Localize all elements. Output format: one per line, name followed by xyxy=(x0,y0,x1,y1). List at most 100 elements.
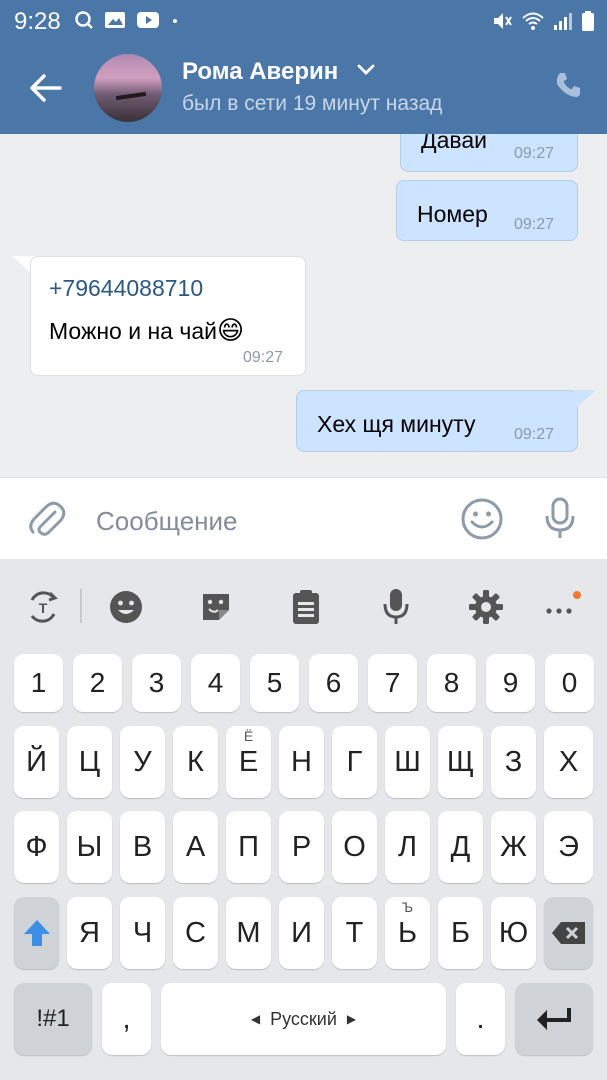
message-text: Давай xyxy=(421,134,487,153)
key-letter[interactable]: Ц xyxy=(67,726,112,798)
sticker-icon[interactable] xyxy=(196,587,236,627)
message-time: 09:27 xyxy=(514,216,555,233)
enter-icon xyxy=(537,1008,571,1030)
key-letter[interactable]: Ч xyxy=(120,897,165,969)
more-icon[interactable] xyxy=(542,587,582,627)
grinning-emoji-icon: 😄 xyxy=(216,315,245,345)
microphone-icon[interactable] xyxy=(543,496,577,542)
key-1[interactable]: 1 xyxy=(14,654,63,712)
key-letter[interactable]: Х xyxy=(544,726,593,798)
key-letter[interactable]: И xyxy=(279,897,324,969)
phone-call-icon[interactable] xyxy=(553,70,583,100)
key-letter[interactable]: Ш xyxy=(385,726,430,798)
key-letter[interactable]: С xyxy=(173,897,218,969)
emoji-icon[interactable] xyxy=(460,497,504,541)
key-3[interactable]: 3 xyxy=(132,654,181,712)
message-text: Номер xyxy=(417,201,488,227)
comma-key[interactable]: , xyxy=(102,983,151,1055)
period-key[interactable]: . xyxy=(456,983,505,1055)
message-bubble-outgoing[interactable]: Хех щя минуту 09:27 xyxy=(296,390,578,452)
battery-icon xyxy=(582,11,594,31)
translate-icon[interactable]: T xyxy=(23,587,63,627)
message-bubble-outgoing[interactable]: Номер 09:27 xyxy=(396,180,578,241)
key-letter[interactable]: Г xyxy=(332,726,377,798)
message-text: Можно и на чай😄 xyxy=(49,315,245,345)
caret-right-icon: ▶ xyxy=(346,1012,357,1026)
key-letter[interactable]: Э xyxy=(544,811,593,883)
key-letter[interactable]: Т xyxy=(332,897,377,969)
mute-icon xyxy=(494,13,512,29)
voice-input-icon[interactable] xyxy=(376,587,416,627)
message-bubble-outgoing[interactable]: Давай 09:27 xyxy=(400,134,578,172)
key-7[interactable]: 7 xyxy=(368,654,417,712)
backspace-key[interactable] xyxy=(544,897,593,969)
shift-key[interactable] xyxy=(14,897,59,969)
space-key[interactable]: ◀ Русский ▶ xyxy=(161,983,446,1055)
clipboard-icon[interactable] xyxy=(286,587,326,627)
key-letter[interactable]: Р xyxy=(279,811,324,883)
chevron-down-icon[interactable] xyxy=(357,64,375,76)
key-letter[interactable]: В xyxy=(120,811,165,883)
key-4[interactable]: 4 xyxy=(191,654,240,712)
signal-icon xyxy=(554,13,572,30)
key-letter[interactable]: К xyxy=(173,726,218,798)
key-letter[interactable]: З xyxy=(491,726,536,798)
back-arrow-icon[interactable] xyxy=(26,68,66,108)
status-bar: 9:28 xyxy=(0,0,607,42)
contact-name[interactable]: Рома Аверин xyxy=(182,58,338,86)
status-time: 9:28 xyxy=(14,8,61,35)
key-letter[interactable]: Я xyxy=(67,897,112,969)
keyboard-toolbar: T xyxy=(0,559,607,647)
key-letter[interactable]: Й xyxy=(14,726,59,798)
search-notification-icon xyxy=(75,11,93,29)
contact-avatar[interactable] xyxy=(94,54,162,122)
key-letter[interactable]: Ю xyxy=(491,897,536,969)
key-secondary-label: Ъ xyxy=(401,899,414,915)
key-letter[interactable]: П xyxy=(226,811,271,883)
key-letter[interactable]: У xyxy=(120,726,165,798)
attach-paperclip-icon[interactable] xyxy=(28,500,66,540)
key-2[interactable]: 2 xyxy=(73,654,122,712)
key-0[interactable]: 0 xyxy=(545,654,594,712)
chat-header: Рома Аверин был в сети 19 минут назад xyxy=(0,42,607,134)
caret-left-icon: ◀ xyxy=(250,1012,261,1026)
last-seen-status: был в сети 19 минут назад xyxy=(182,92,443,115)
key-letter[interactable]: Ы xyxy=(67,811,112,883)
key-letter[interactable]: Н xyxy=(279,726,324,798)
phone-number-link[interactable]: +79644088710 xyxy=(49,275,203,302)
message-time: 09:27 xyxy=(243,349,284,366)
key-9[interactable]: 9 xyxy=(486,654,535,712)
message-list[interactable]: Давай 09:27 Номер 09:27 +79644088710 Мож… xyxy=(0,134,607,476)
bubble-tail-outgoing xyxy=(574,390,596,410)
gallery-notification-icon xyxy=(105,12,125,28)
key-letter[interactable]: О xyxy=(332,811,377,883)
key-letter[interactable]: Д xyxy=(438,811,483,883)
on-screen-keyboard: T 1 2 3 4 5 6 7 8 9 0 Й Ц У К Ё Е Н Г Ш … xyxy=(0,559,607,1080)
key-6[interactable]: 6 xyxy=(309,654,358,712)
key-letter[interactable]: Б xyxy=(438,897,483,969)
message-time: 09:27 xyxy=(514,426,555,443)
enter-key[interactable] xyxy=(515,983,593,1055)
key-letter[interactable]: А xyxy=(173,811,218,883)
message-input[interactable]: Сообщение xyxy=(96,506,238,537)
key-8[interactable]: 8 xyxy=(427,654,476,712)
key-letter[interactable]: Ё Е xyxy=(226,726,271,798)
space-language-label: Русский xyxy=(270,1008,337,1029)
keyboard-emoji-icon[interactable] xyxy=(106,587,146,627)
key-letter[interactable]: Ъ Ь xyxy=(385,897,430,969)
key-letter[interactable]: Л xyxy=(385,811,430,883)
key-letter[interactable]: М xyxy=(226,897,271,969)
message-text: Хех щя минуту xyxy=(317,411,476,437)
dot-notification-icon xyxy=(173,19,177,23)
symbols-key[interactable]: !#1 xyxy=(14,983,92,1055)
message-bubble-incoming[interactable]: +79644088710 Можно и на чай😄 09:27 xyxy=(30,256,306,376)
key-letter[interactable]: Щ xyxy=(438,726,483,798)
key-5[interactable]: 5 xyxy=(250,654,299,712)
key-letter[interactable]: Ж xyxy=(491,811,536,883)
wifi-icon xyxy=(522,12,544,30)
backspace-icon xyxy=(551,922,585,944)
key-letter[interactable]: Ф xyxy=(14,811,59,883)
youtube-notification-icon xyxy=(137,12,159,28)
settings-icon[interactable] xyxy=(466,587,506,627)
key-secondary-label: Ё xyxy=(243,728,254,744)
